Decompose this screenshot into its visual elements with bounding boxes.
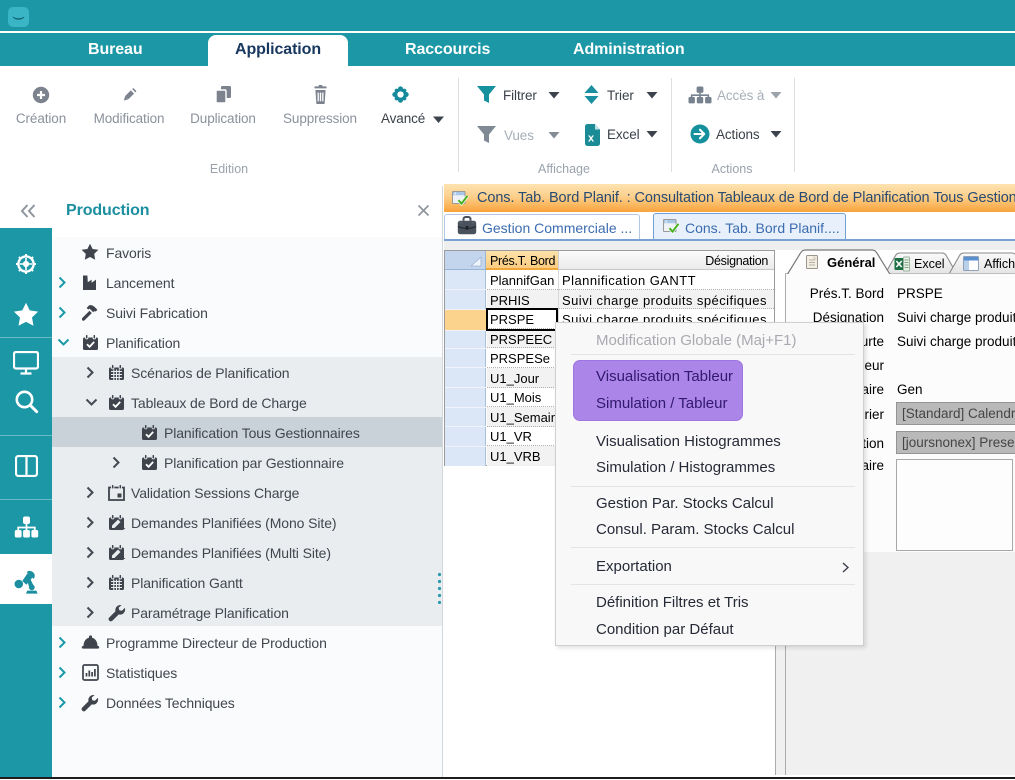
svg-text:x: x xyxy=(588,133,595,145)
